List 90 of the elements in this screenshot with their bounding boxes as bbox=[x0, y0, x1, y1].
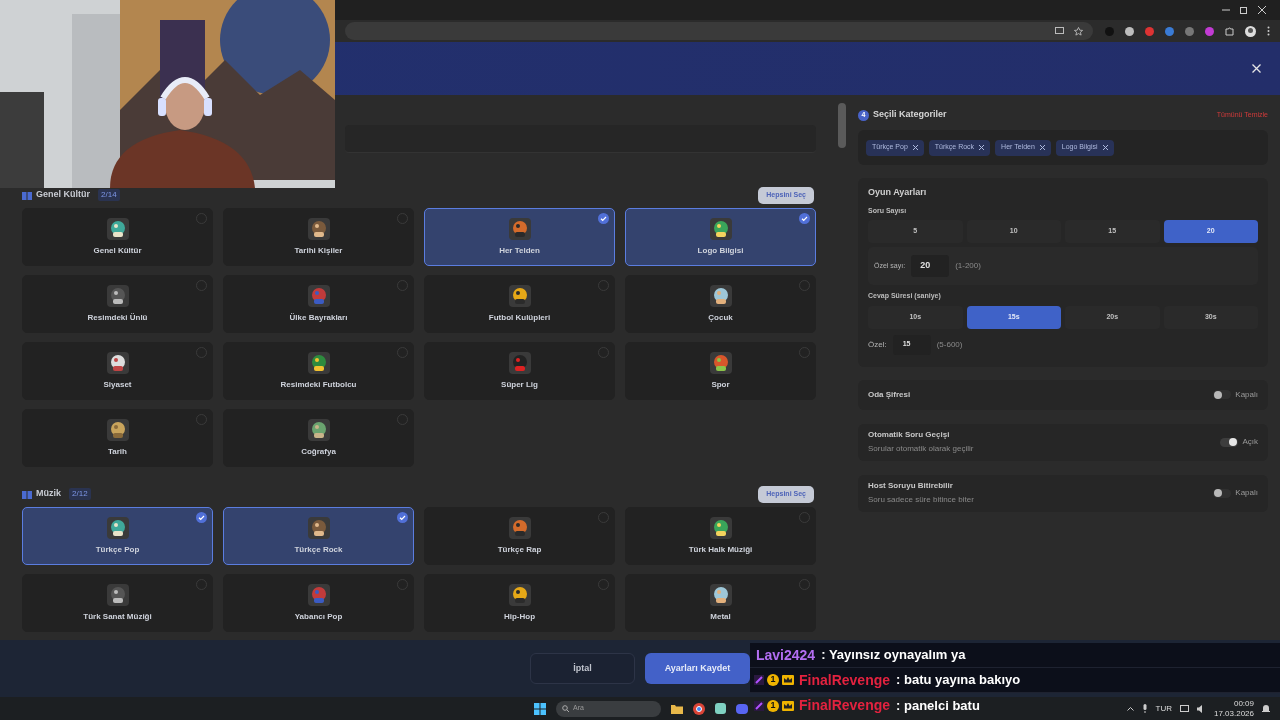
section-title: Müzik bbox=[36, 487, 61, 501]
setting-title: Host Soruyu Bitirebilir bbox=[868, 480, 954, 492]
check-icon bbox=[598, 213, 609, 224]
section-title: Genel Kültür bbox=[36, 188, 90, 202]
close-icon[interactable] bbox=[1258, 6, 1266, 14]
category-card[interactable]: Metal bbox=[625, 574, 816, 632]
category-card[interactable]: Türk Halk Müziği bbox=[625, 507, 816, 565]
restore-icon[interactable] bbox=[1240, 6, 1248, 14]
app-icon[interactable] bbox=[715, 703, 726, 714]
scrollbar[interactable] bbox=[838, 103, 846, 148]
bell-icon[interactable] bbox=[1262, 704, 1270, 713]
category-card[interactable]: Spor bbox=[625, 342, 816, 400]
crown-icon bbox=[782, 700, 794, 711]
crown-icon bbox=[782, 675, 794, 685]
avatar-icon[interactable] bbox=[1245, 25, 1256, 37]
clock-date[interactable]: 17.03.2026 bbox=[1213, 708, 1254, 719]
cancel-button[interactable]: İptal bbox=[530, 653, 635, 684]
save-button[interactable]: Ayarları Kaydet bbox=[645, 653, 750, 684]
setting-title: Otomatik Soru Geçişi bbox=[868, 429, 951, 441]
category-card[interactable]: Resimdeki Ünlü bbox=[22, 275, 213, 333]
extension-icon[interactable] bbox=[1145, 26, 1154, 36]
remove-icon[interactable] bbox=[912, 145, 918, 150]
close-icon[interactable] bbox=[1252, 64, 1261, 73]
category-card[interactable]: Siyaset bbox=[22, 342, 213, 400]
star-icon[interactable] bbox=[1074, 26, 1083, 36]
sub-badge: 1 bbox=[767, 674, 779, 686]
toggle-switch[interactable] bbox=[1213, 390, 1232, 399]
settings-title: Oyun Ayarları bbox=[868, 186, 928, 199]
toggle-switch[interactable] bbox=[1220, 437, 1239, 447]
count-badge: 2/12 bbox=[69, 488, 91, 500]
book-icon bbox=[22, 190, 32, 200]
extension-icon[interactable] bbox=[1165, 26, 1174, 36]
category-card[interactable]: Süper Lig bbox=[424, 342, 615, 400]
extension-icon[interactable] bbox=[1185, 26, 1194, 36]
category-card[interactable]: Ülke Bayrakları bbox=[223, 275, 414, 333]
field-label: Özel: bbox=[868, 338, 887, 351]
category-card[interactable]: Hip-Hop bbox=[424, 574, 615, 632]
browser-icon[interactable] bbox=[693, 702, 705, 715]
category-card[interactable]: Coğrafya bbox=[223, 409, 414, 467]
remove-icon[interactable] bbox=[1102, 145, 1108, 150]
category-card[interactable]: Yabancı Pop bbox=[223, 574, 414, 632]
folder-icon[interactable] bbox=[671, 703, 683, 714]
category-card[interactable]: Türkçe Rock bbox=[223, 507, 414, 565]
category-card[interactable]: Tarihi Kişiler bbox=[223, 208, 414, 266]
toggle-switch[interactable] bbox=[1213, 488, 1232, 498]
category-card[interactable]: Çocuk bbox=[625, 275, 816, 333]
minimize-icon[interactable] bbox=[1222, 6, 1230, 14]
cast-icon[interactable] bbox=[1055, 27, 1064, 35]
range-hint: (1-200) bbox=[955, 260, 981, 272]
toggle-state: Kapalı bbox=[1235, 388, 1258, 401]
search-icon bbox=[562, 705, 569, 712]
number-field[interactable]: 20 bbox=[911, 255, 950, 277]
setting-title: Oda Şifresi bbox=[868, 388, 911, 401]
chat-text: : batu yayına bakıyo bbox=[896, 671, 1021, 690]
chat-text: : Yayınsız oynayalım ya bbox=[821, 646, 966, 665]
category-card[interactable]: Türkçe Pop bbox=[22, 507, 213, 565]
check-icon bbox=[799, 213, 810, 224]
chat-username: FinalRevenge bbox=[799, 670, 891, 690]
chat-username: FinalRevenge bbox=[799, 696, 891, 715]
category-card[interactable]: Türkçe Rap bbox=[424, 507, 615, 565]
setting-description: Soru sadece süre bitince biter bbox=[868, 494, 974, 506]
range-hint: (5-600) bbox=[936, 338, 963, 351]
remove-icon[interactable] bbox=[1039, 145, 1045, 150]
remove-icon[interactable] bbox=[979, 145, 985, 150]
toggle-state: Açık bbox=[1242, 436, 1258, 448]
setting-description: Sorular otomatik olarak geçilir bbox=[868, 443, 974, 455]
toggle-state: Kapalı bbox=[1235, 487, 1258, 499]
check-icon bbox=[196, 512, 207, 523]
category-card[interactable]: Logo Bilgisi bbox=[625, 208, 816, 266]
monitor-icon[interactable] bbox=[1179, 704, 1189, 713]
chat-text: : panelci batu bbox=[896, 696, 980, 715]
extension-icon[interactable] bbox=[1125, 26, 1134, 36]
extension-icon[interactable] bbox=[1205, 26, 1214, 36]
chat-username: Lavi2424 bbox=[756, 645, 816, 665]
microphone-icon[interactable] bbox=[1141, 704, 1148, 713]
panel-title: Seçili Kategoriler bbox=[873, 108, 947, 122]
category-card[interactable]: Türk Sanat Müziği bbox=[22, 574, 213, 632]
count-badge: 2/14 bbox=[98, 189, 120, 201]
check-icon bbox=[397, 512, 408, 523]
category-card[interactable]: Genel Kültür bbox=[22, 208, 213, 266]
clock-time[interactable]: 00:09 bbox=[1233, 698, 1254, 709]
category-card[interactable]: Her Telden bbox=[424, 208, 615, 266]
windows-icon[interactable] bbox=[534, 702, 546, 715]
language-indicator[interactable]: TUR bbox=[1155, 702, 1172, 715]
book-icon bbox=[22, 489, 32, 499]
chevron-icon[interactable] bbox=[1126, 706, 1134, 711]
menu-icon[interactable] bbox=[1267, 26, 1270, 36]
category-card[interactable]: Futbol Kulüpleri bbox=[424, 275, 615, 333]
category-card[interactable]: Resimdeki Futbolcu bbox=[223, 342, 414, 400]
category-card[interactable]: Tarih bbox=[22, 409, 213, 467]
